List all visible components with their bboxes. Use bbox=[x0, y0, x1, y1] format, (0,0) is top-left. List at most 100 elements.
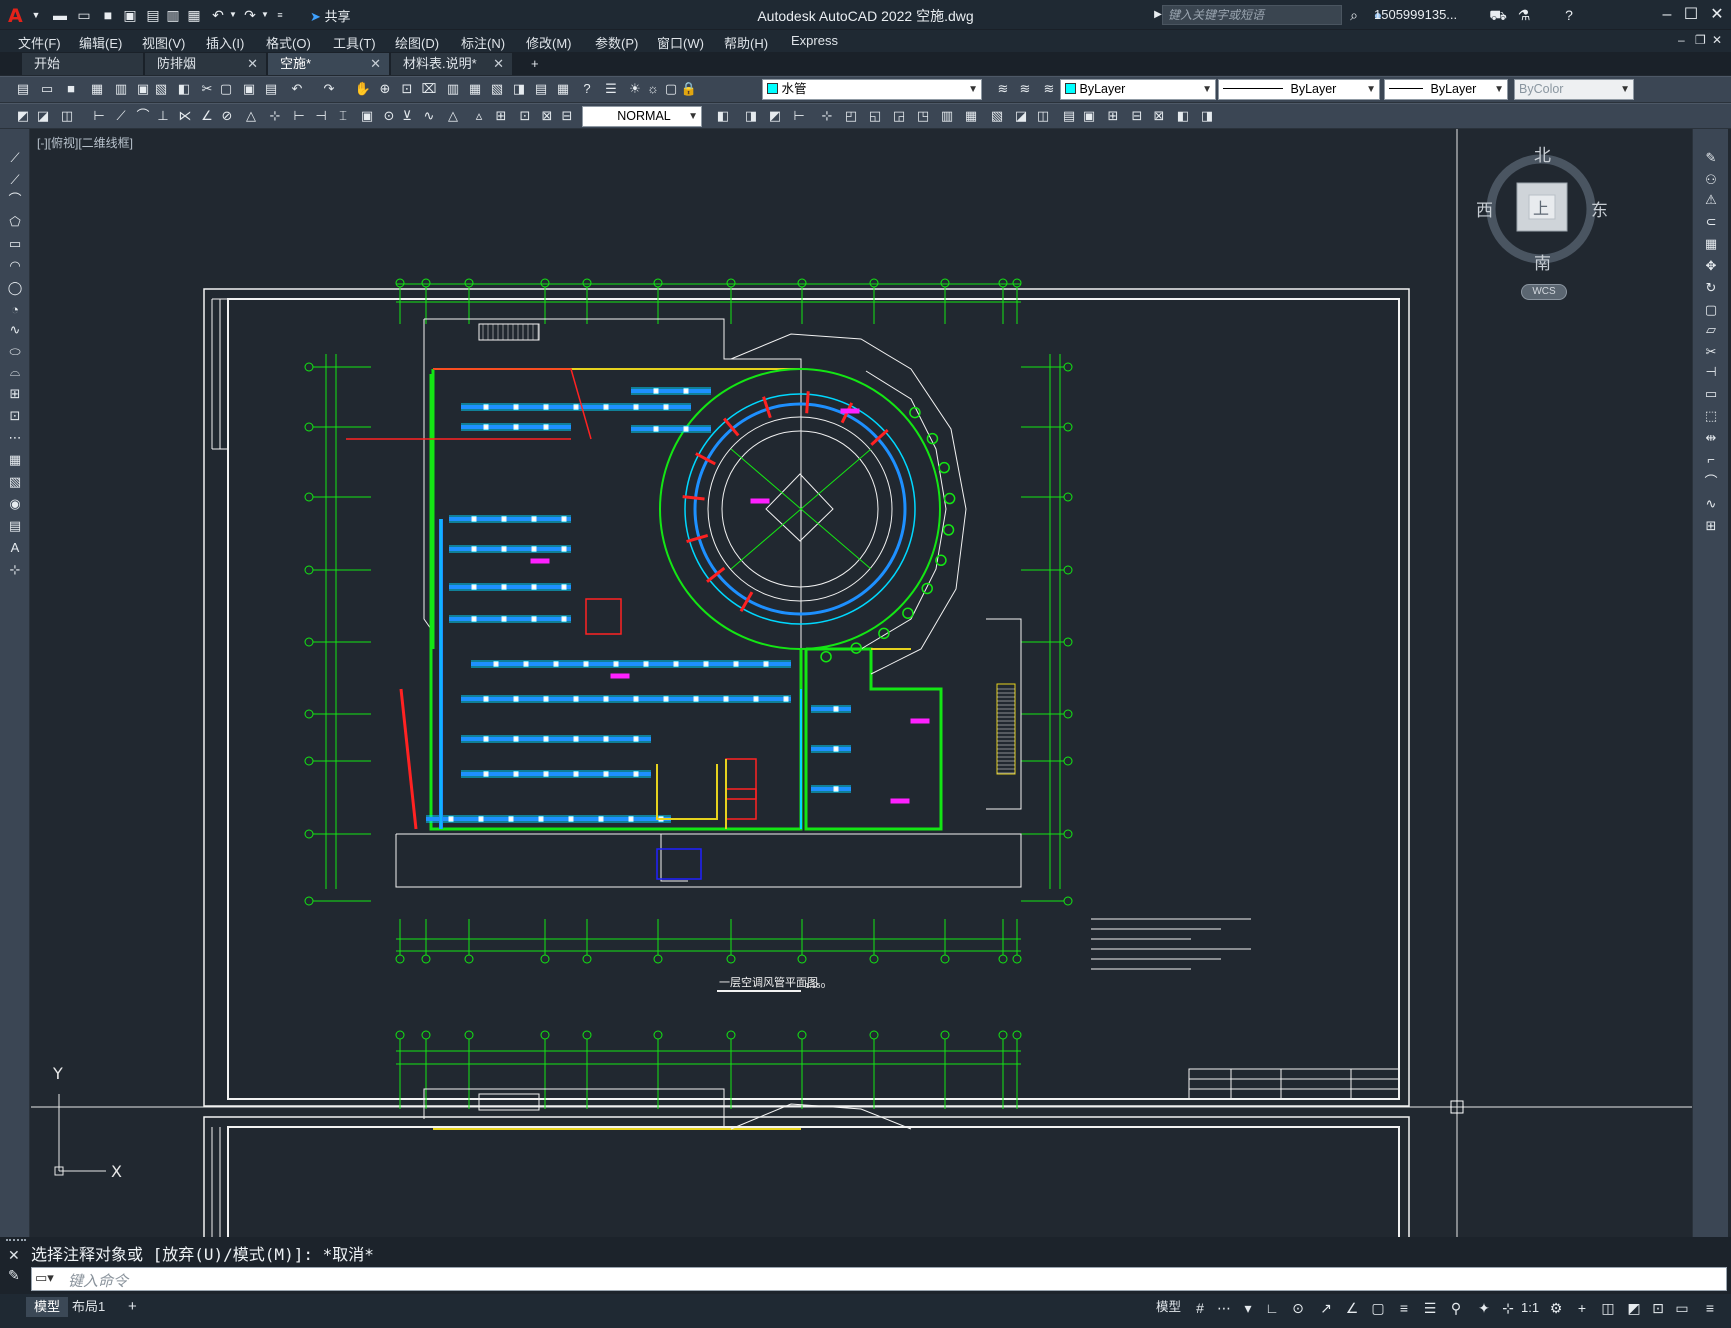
plot-icon[interactable]: ▦ bbox=[184, 5, 204, 25]
doc-restore-button[interactable]: ❐ bbox=[1695, 33, 1706, 47]
circle-icon[interactable]: ◯ bbox=[5, 279, 25, 297]
pan-icon[interactable]: ✋ bbox=[354, 80, 372, 98]
viewport-icon[interactable]: ▣ bbox=[1080, 107, 1098, 125]
cart-icon[interactable]: ⛟ bbox=[1488, 5, 1508, 25]
share-button[interactable]: ➤ 共享 bbox=[310, 6, 351, 25]
polyline-icon[interactable]: ⌒ bbox=[5, 191, 25, 209]
scale-icon[interactable]: ▢ bbox=[1701, 301, 1721, 319]
linetype-dropdown[interactable]: ByLayer ▼ bbox=[1218, 79, 1380, 100]
layer-viewport-icon[interactable]: ▢ bbox=[662, 80, 680, 98]
mesh-icon[interactable]: ◪ bbox=[1012, 107, 1030, 125]
menu-draw[interactable]: 绘图(D) bbox=[395, 33, 439, 52]
material-icon[interactable]: ◲ bbox=[890, 107, 908, 125]
help-icon[interactable]: ? bbox=[1559, 5, 1579, 25]
sheet-set-icon[interactable]: ◨ bbox=[510, 80, 528, 98]
jogged-dim-icon[interactable]: △ bbox=[242, 107, 260, 125]
aligned-dim-icon[interactable]: ⟋ bbox=[112, 107, 130, 125]
grip-icon[interactable] bbox=[6, 1239, 26, 1245]
baseline-dim-icon[interactable]: ⊢ bbox=[290, 107, 308, 125]
drawing-canvas[interactable]: [-][俯视][二维线框] 一层空调风管平面图 1:150 Y X 北 南 东 … bbox=[31, 129, 1692, 1237]
view-icon[interactable]: ◧ bbox=[714, 107, 732, 125]
pdf-icon[interactable]: ⊠ bbox=[1150, 107, 1168, 125]
ucs-icon[interactable]: ⊢ bbox=[790, 107, 808, 125]
inspection-icon[interactable]: ⊻ bbox=[398, 107, 416, 125]
autocad-app-menu-icon[interactable]: A bbox=[8, 5, 26, 27]
erase-icon[interactable]: ✎ bbox=[1701, 149, 1721, 167]
zoom-realtime-icon[interactable]: ⊕ bbox=[376, 80, 394, 98]
angular-dim-icon[interactable]: ∠ bbox=[198, 107, 216, 125]
layer-lock-icon[interactable]: 🔒 bbox=[680, 80, 698, 98]
customize-status-icon[interactable]: ≡ bbox=[1700, 1298, 1720, 1318]
close-icon[interactable]: ✕ bbox=[493, 53, 504, 75]
annotation-monitor-icon[interactable]: + bbox=[1572, 1298, 1592, 1318]
arc-length-icon[interactable]: ⌒ bbox=[134, 107, 152, 125]
menu-tools[interactable]: 工具(T) bbox=[333, 33, 376, 52]
save-icon[interactable]: ■ bbox=[62, 80, 80, 98]
xref-icon[interactable]: ⊞ bbox=[1104, 107, 1122, 125]
layer-states-icon[interactable]: ≋ bbox=[1040, 80, 1058, 98]
table-style-icon[interactable]: ◫ bbox=[58, 107, 76, 125]
maximize-button[interactable]: ☐ bbox=[1678, 3, 1704, 27]
annotate-icon[interactable]: ◩ bbox=[14, 107, 32, 125]
units-icon[interactable]: ◫ bbox=[1598, 1298, 1618, 1318]
object-snap-icon[interactable]: ▢ bbox=[1368, 1298, 1388, 1318]
add-layout-button[interactable]: + bbox=[120, 1297, 145, 1317]
object-snap-tracking-icon[interactable]: ∠ bbox=[1342, 1298, 1362, 1318]
close-icon[interactable]: ✕ bbox=[247, 53, 258, 75]
blend-curves-icon[interactable]: ∿ bbox=[1701, 495, 1721, 513]
preview-icon[interactable]: ▥ bbox=[112, 80, 130, 98]
command-recent-icon[interactable]: ▭▾ bbox=[35, 1270, 54, 1286]
zoom-previous-icon[interactable]: ⌧ bbox=[420, 80, 438, 98]
menu-view[interactable]: 视图(V) bbox=[142, 33, 185, 52]
hatch-icon[interactable]: ▦ bbox=[5, 451, 25, 469]
plotstyle-dropdown[interactable]: ByColor ▼ bbox=[1514, 79, 1634, 100]
lineweight-dropdown[interactable]: ByLayer ▼ bbox=[1384, 79, 1508, 100]
color-dropdown[interactable]: ByLayer ▼ bbox=[1060, 79, 1216, 100]
join-icon[interactable]: ⇹ bbox=[1701, 429, 1721, 447]
snap-icon[interactable]: ⋯ bbox=[1214, 1298, 1234, 1318]
menu-parametric[interactable]: 参数(P) bbox=[595, 33, 638, 52]
point-icon[interactable]: ⋯ bbox=[5, 429, 25, 447]
compass-east[interactable]: 东 bbox=[1591, 196, 1608, 221]
arc-icon[interactable]: ◠ bbox=[5, 257, 25, 275]
layer-freeze-icon[interactable]: ☼ bbox=[644, 80, 662, 98]
polygon-icon[interactable]: ⬠ bbox=[5, 213, 25, 231]
customize-qa-icon[interactable]: ≡ bbox=[270, 5, 290, 25]
autodesk-app-icon[interactable]: ⚗ bbox=[1514, 5, 1534, 25]
tab-fangpaiyan[interactable]: 防排烟 ✕ bbox=[145, 53, 267, 75]
open-web-icon[interactable]: ▤ bbox=[143, 5, 163, 25]
tool-palettes-icon[interactable]: ▧ bbox=[488, 80, 506, 98]
solid-icon[interactable]: ⊹ bbox=[818, 107, 836, 125]
menu-edit[interactable]: 编辑(E) bbox=[79, 33, 122, 52]
menu-file[interactable]: 文件(F) bbox=[18, 33, 61, 52]
quickcalc-icon[interactable]: ▦ bbox=[554, 80, 572, 98]
new-icon[interactable]: ▤ bbox=[14, 80, 32, 98]
menu-express[interactable]: Express bbox=[791, 33, 838, 48]
app-menu-chevron-icon[interactable]: ▼ bbox=[26, 5, 46, 25]
dim-update-icon[interactable]: ⊞ bbox=[492, 107, 510, 125]
snap-mode-dropdown-icon[interactable]: ▾ bbox=[1238, 1298, 1258, 1318]
fly-icon[interactable]: ▦ bbox=[962, 107, 980, 125]
mtext-icon[interactable]: A bbox=[5, 539, 25, 557]
layout-icon[interactable]: ▤ bbox=[1060, 107, 1078, 125]
viewcube[interactable]: 北 南 东 西 上 WCS bbox=[1441, 139, 1641, 319]
annotation-scale[interactable]: 1:1 bbox=[1521, 1300, 1539, 1315]
doc-minimize-button[interactable]: – bbox=[1678, 33, 1685, 47]
section-icon[interactable]: ▧ bbox=[988, 107, 1006, 125]
publish-icon[interactable]: ▣ bbox=[134, 80, 152, 98]
ordinate-dim-icon[interactable]: ⊥ bbox=[154, 107, 172, 125]
block-editor-icon[interactable]: ▤ bbox=[262, 80, 280, 98]
dim-override-icon[interactable]: ⊠ bbox=[538, 107, 556, 125]
menu-modify[interactable]: 修改(M) bbox=[526, 33, 572, 52]
add-selected-icon[interactable]: ⊹ bbox=[5, 561, 25, 579]
menu-format[interactable]: 格式(O) bbox=[266, 33, 311, 52]
menu-window[interactable]: 窗口(W) bbox=[657, 33, 704, 52]
insert-block-icon[interactable]: ⊞ bbox=[5, 385, 25, 403]
minimize-button[interactable]: – bbox=[1654, 3, 1680, 27]
move-icon[interactable]: ✥ bbox=[1701, 257, 1721, 275]
compass-north[interactable]: 北 bbox=[1534, 141, 1551, 166]
radius-dim-icon[interactable]: ⋉ bbox=[176, 107, 194, 125]
plot-icon[interactable]: ▦ bbox=[88, 80, 106, 98]
markup-icon[interactable]: ▤ bbox=[532, 80, 550, 98]
revision-cloud-icon[interactable]: ◔ bbox=[5, 301, 25, 319]
